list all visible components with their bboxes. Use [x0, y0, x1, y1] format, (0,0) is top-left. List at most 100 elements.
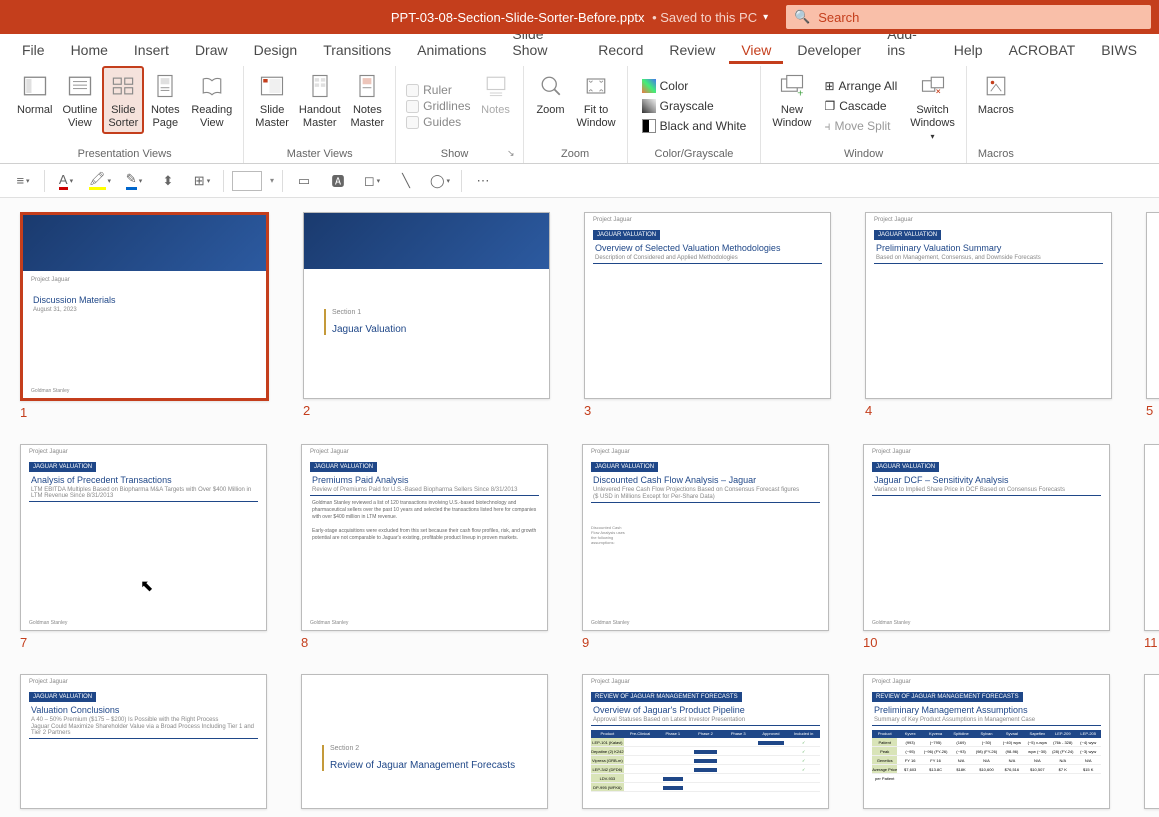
group-master-views: Slide Master Handout Master Notes Master… — [244, 66, 396, 163]
slide-thumbnail-8[interactable]: Project Jaguar JAGUAR VALUATION Premiums… — [301, 444, 548, 631]
tab-design[interactable]: Design — [242, 37, 310, 64]
tab-acrobat[interactable]: ACROBAT — [997, 37, 1088, 64]
rectangle-shape-button[interactable]: ▭ — [291, 169, 317, 193]
slide-number: 1 — [20, 405, 269, 420]
chevron-down-icon[interactable]: ▾ — [763, 12, 768, 23]
normal-button[interactable]: Normal — [12, 66, 57, 121]
group-label: Master Views — [250, 146, 389, 162]
arrange-all-icon: ⊞ — [824, 79, 834, 93]
slide-thumbnail-5[interactable] — [1146, 212, 1159, 399]
slide-thumbnail-9[interactable]: Project Jaguar JAGUAR VALUATION Discount… — [582, 444, 829, 631]
tab-biws[interactable]: BIWS — [1089, 37, 1149, 64]
slide-thumbnail-4[interactable]: Project Jaguar JAGUAR VALUATION Prelimin… — [865, 212, 1112, 399]
tab-file[interactable]: File — [10, 37, 57, 64]
title-bar: PPT-03-08-Section-Slide-Sorter-Before.pp… — [0, 0, 1159, 34]
slide-thumbnail-11[interactable] — [1144, 444, 1159, 631]
group-label: Presentation Views — [12, 146, 237, 162]
slide-number: 4 — [865, 403, 1112, 418]
group-label[interactable]: Show — [402, 146, 516, 162]
document-filename: PPT-03-08-Section-Slide-Sorter-Before.pp… — [391, 10, 645, 25]
slide-sorter-button[interactable]: Slide Sorter — [102, 66, 144, 134]
save-status[interactable]: • Saved to this PC — [648, 10, 757, 25]
color-button[interactable]: Color — [638, 77, 751, 95]
handout-master-icon — [304, 70, 336, 102]
bw-icon — [642, 119, 656, 133]
more-button[interactable]: ⋯ — [470, 169, 496, 193]
outline-view-icon — [64, 70, 96, 102]
slide-thumbnail-2[interactable]: Section 1 Jaguar Valuation — [303, 212, 550, 399]
slide-number: 9 — [582, 635, 829, 650]
svg-text:+: + — [797, 88, 803, 100]
slide-thumbnail-1[interactable]: Project Jaguar Discussion Materials Augu… — [20, 212, 269, 401]
sort-button[interactable]: ⬍ — [155, 169, 181, 193]
notes-page-button[interactable]: Notes Page — [144, 66, 186, 134]
reading-view-icon — [196, 70, 228, 102]
slide-thumbnail-15[interactable]: Project Jaguar REVIEW OF JAGUAR MANAGEME… — [582, 674, 829, 809]
slide-thumbnail-3[interactable]: Project Jaguar JAGUAR VALUATION Overview… — [584, 212, 831, 399]
tab-help[interactable]: Help — [942, 37, 995, 64]
group-macros: Macros Macros — [967, 66, 1025, 163]
textbox-button[interactable]: 🅰 — [325, 169, 351, 193]
notes-button[interactable]: Notes — [475, 66, 517, 121]
slide-number: 10 — [863, 635, 1110, 650]
move-split-button[interactable]: ⫞Move Split — [820, 117, 901, 136]
tab-home[interactable]: Home — [59, 37, 120, 64]
slide-thumbnail-16[interactable]: Project Jaguar REVIEW OF JAGUAR MANAGEME… — [863, 674, 1110, 809]
tab-insert[interactable]: Insert — [122, 37, 181, 64]
switch-windows-icon — [917, 70, 949, 102]
grayscale-button[interactable]: Grayscale — [638, 97, 751, 115]
notes-master-button[interactable]: Notes Master — [346, 66, 390, 134]
slide-sorter-area[interactable]: Project Jaguar Discussion Materials Augu… — [0, 198, 1159, 817]
normal-icon — [19, 70, 51, 102]
group-label: Window — [767, 146, 960, 162]
secondary-toolbar: ≡▾ A▾ 🖍▾ ✎▾ ⬍ ⊞▾ ▾ ▭ 🅰 ◻▾ ╲ ◯▾ ⋯ — [0, 164, 1159, 198]
search-box[interactable]: 🔍 — [786, 5, 1151, 29]
switch-windows-button[interactable]: Switch Windows▾ — [905, 66, 960, 147]
arrange-all-button[interactable]: ⊞Arrange All — [820, 77, 901, 95]
shape-fill-swatch[interactable] — [232, 171, 262, 191]
group-label: Macros — [973, 146, 1019, 162]
line-button[interactable]: ╲ — [393, 169, 419, 193]
slide-thumbnail-13[interactable]: Project Jaguar JAGUAR VALUATION Valuatio… — [20, 674, 267, 809]
arrange-button[interactable]: ⊞▾ — [189, 169, 215, 193]
oval-button[interactable]: ◯▾ — [427, 169, 453, 193]
reading-view-button[interactable]: Reading View — [186, 66, 237, 134]
tab-view[interactable]: View — [729, 37, 783, 64]
tab-animations[interactable]: Animations — [405, 37, 498, 64]
search-input[interactable] — [818, 10, 1143, 25]
tab-draw[interactable]: Draw — [183, 37, 240, 64]
cascade-button[interactable]: ❐Cascade — [820, 97, 901, 115]
outline-color-button[interactable]: ✎▾ — [121, 169, 147, 193]
slide-sorter-icon — [107, 70, 139, 102]
slide-thumbnail-14[interactable]: Section 2 Review of Jaguar Management Fo… — [301, 674, 548, 809]
highlight-button[interactable]: 🖍▾ — [87, 169, 113, 193]
group-window: +New Window ⊞Arrange All ❐Cascade ⫞Move … — [761, 66, 967, 163]
handout-master-button[interactable]: Handout Master — [294, 66, 346, 134]
notes-master-icon — [351, 70, 383, 102]
macros-icon — [980, 70, 1012, 102]
gridlines-checkbox[interactable]: Gridlines — [406, 99, 470, 113]
align-button[interactable]: ≡▾ — [10, 169, 36, 193]
ruler-checkbox[interactable]: Ruler — [406, 83, 470, 97]
tab-record[interactable]: Record — [586, 37, 655, 64]
group-zoom: Zoom Fit to Window Zoom — [524, 66, 628, 163]
slide-thumbnail-10[interactable]: Project Jaguar JAGUAR VALUATION Jaguar D… — [863, 444, 1110, 631]
guides-checkbox[interactable]: Guides — [406, 115, 470, 129]
fit-to-window-button[interactable]: Fit to Window — [572, 66, 621, 134]
black-white-button[interactable]: Black and White — [638, 117, 751, 135]
move-split-icon: ⫞ — [824, 119, 830, 134]
outline-view-button[interactable]: Outline View — [57, 66, 102, 134]
slide-thumbnail-7[interactable]: Project Jaguar JAGUAR VALUATION Analysis… — [20, 444, 267, 631]
slide-master-icon — [256, 70, 288, 102]
tab-developer[interactable]: Developer — [785, 37, 873, 64]
new-window-button[interactable]: +New Window — [767, 66, 816, 134]
tab-review[interactable]: Review — [657, 37, 727, 64]
tab-transitions[interactable]: Transitions — [311, 37, 403, 64]
shapes-button[interactable]: ◻▾ — [359, 169, 385, 193]
font-color-button[interactable]: A▾ — [53, 169, 79, 193]
zoom-button[interactable]: Zoom — [530, 66, 572, 121]
notes-page-icon — [149, 70, 181, 102]
slide-thumbnail-17[interactable] — [1144, 674, 1159, 809]
macros-button[interactable]: Macros — [973, 66, 1019, 121]
slide-master-button[interactable]: Slide Master — [250, 66, 294, 134]
